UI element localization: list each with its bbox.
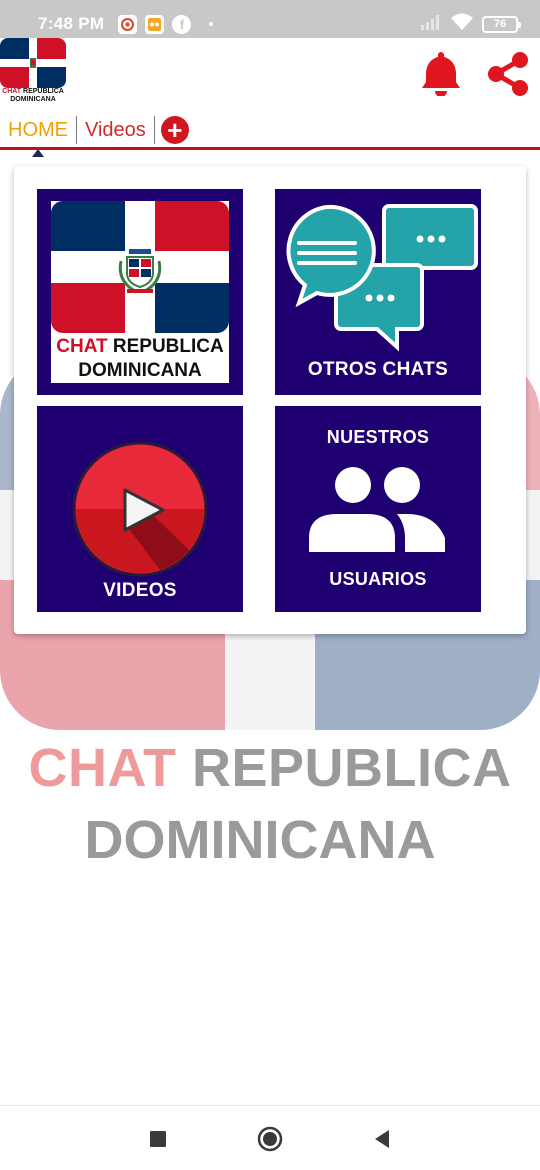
battery-icon: 76: [482, 15, 521, 33]
tab-videos[interactable]: Videos: [77, 116, 154, 144]
bell-icon[interactable]: [421, 50, 461, 97]
tab-underline: [0, 147, 540, 150]
otros-chats-label: OTROS CHATS: [307, 359, 449, 380]
back-triangle-icon[interactable]: [364, 1106, 400, 1170]
menu-card: CHAT REPUBLICA DOMINICANA OTROS CHATS VI…: [14, 166, 526, 634]
dominican-flag-icon: [0, 38, 66, 88]
nuestros-usuarios-tile[interactable]: NUESTROS USUARIOS: [275, 406, 481, 612]
logo-caption-red: CHAT: [2, 88, 22, 95]
chat-logo-caption-red: CHAT: [56, 336, 108, 357]
videos-tile[interactable]: VIDEOS: [37, 406, 243, 612]
app-screen: 7:48 PM f 76 CHAT REPUBLICA DOMINICANA H…: [0, 0, 540, 1170]
wifi-icon: [450, 13, 474, 36]
chat-logo-caption-line2: DOMINICANA: [78, 360, 202, 381]
logo-caption-line2: DOMINICANA: [10, 96, 56, 103]
chat-logo-caption-rest: REPUBLICA: [107, 336, 224, 357]
tab-divider: [153, 116, 155, 144]
more-notifications-dot: [209, 22, 214, 26]
signal-icon: [420, 14, 442, 35]
battery-level: 76: [493, 18, 507, 30]
status-time: 7:48 PM: [38, 14, 105, 33]
home-circle-icon[interactable]: [252, 1106, 288, 1170]
notification-icons: f: [118, 14, 214, 34]
otros-chats-tile[interactable]: OTROS CHATS: [275, 189, 481, 395]
gallery-icon: [118, 14, 138, 34]
logo-caption: CHAT REPUBLICA DOMINICANA: [0, 88, 66, 104]
app-logo[interactable]: CHAT REPUBLICA DOMINICANA: [0, 38, 66, 104]
background-title-line1: CHAT REPUBLICA: [0, 737, 540, 799]
chat-bubbles-icon: [286, 204, 478, 352]
facebook-icon: f: [172, 14, 192, 34]
chat-logo-caption: CHAT REPUBLICA DOMINICANA: [51, 335, 229, 383]
game-icon: [145, 14, 165, 34]
background-title-rest: REPUBLICA: [176, 738, 512, 798]
recents-square-icon[interactable]: [140, 1106, 176, 1170]
logo-caption-rest: REPUBLICA: [21, 88, 64, 95]
system-indicators: 76: [420, 13, 521, 36]
system-nav-bar: [0, 1105, 540, 1170]
chat-republica-dominicana-tile[interactable]: CHAT REPUBLICA DOMINICANA: [37, 189, 243, 395]
tab-bar: HOME Videos +: [0, 110, 540, 157]
tab-home[interactable]: HOME: [0, 116, 76, 157]
background-title-red: CHAT: [28, 738, 177, 798]
usuarios-label: USUARIOS: [329, 569, 427, 589]
background-title-line2: DOMINICANA: [84, 810, 436, 870]
plus-circle-icon[interactable]: +: [160, 116, 189, 144]
app-header: CHAT REPUBLICA DOMINICANA: [0, 38, 540, 110]
dominican-flag-icon: [51, 201, 229, 333]
chat-logo-box: CHAT REPUBLICA DOMINICANA: [51, 201, 229, 383]
share-icon[interactable]: [484, 50, 532, 98]
videos-label: VIDEOS: [103, 580, 177, 601]
